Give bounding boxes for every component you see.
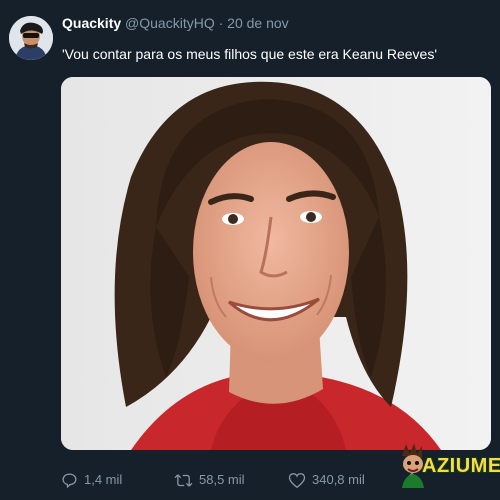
tweet-date[interactable]: 20 de nov <box>227 15 289 31</box>
retweet-icon <box>174 472 193 489</box>
tweet-photo <box>61 77 491 450</box>
retweet-button[interactable]: 58,5 mil <box>174 470 245 490</box>
author-name[interactable]: Quackity <box>62 15 121 31</box>
author-handle[interactable]: @QuackityHQ <box>125 15 215 31</box>
tweet-media[interactable] <box>61 77 491 450</box>
avatar[interactable] <box>9 16 53 60</box>
tweet-header: Quackity @QuackityHQ · 20 de nov <box>62 14 289 32</box>
reply-button[interactable]: 1,4 mil <box>61 470 122 490</box>
watermark-text: AZIUME <box>422 455 500 477</box>
like-count: 340,8 mil <box>312 472 365 487</box>
like-button[interactable]: 340,8 mil <box>288 470 365 490</box>
heart-icon <box>288 472 306 489</box>
retweet-count: 58,5 mil <box>199 472 245 487</box>
avatar-image <box>9 16 53 60</box>
reply-icon <box>61 472 78 489</box>
aziume-watermark: AZIUME <box>398 440 500 492</box>
reply-count: 1,4 mil <box>84 472 123 487</box>
separator-dot: · <box>218 15 224 31</box>
tweet-text: 'Vou contar para os meus filhos que este… <box>62 46 438 62</box>
